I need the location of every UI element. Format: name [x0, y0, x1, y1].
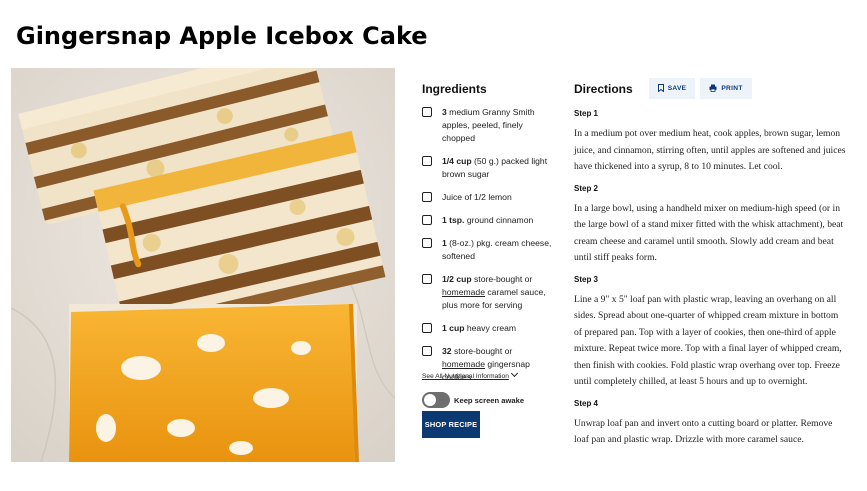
keep-awake-toggle[interactable] — [422, 392, 450, 408]
ingredient-checkbox[interactable] — [422, 274, 432, 284]
keep-awake-label: Keep screen awake — [454, 395, 525, 405]
ingredient-text: 1 cup heavy cream — [442, 323, 517, 333]
ingredient-item: 3 medium Granny Smith apples, peeled, fi… — [422, 106, 557, 145]
save-button[interactable]: SAVE — [648, 78, 696, 99]
step: Step 4 Unwrap loaf pan and invert onto a… — [574, 399, 846, 449]
directions-heading: Directions — [574, 81, 633, 96]
ingredient-checkbox[interactable] — [422, 238, 432, 248]
ingredients-heading: Ingredients — [422, 82, 487, 96]
nutrition-info-label: See All Nutritional Information — [422, 373, 509, 380]
bookmark-icon — [657, 83, 664, 94]
step: Step 3 Line a 9" x 5" loaf pan with plas… — [574, 275, 846, 391]
step-text: Line a 9" x 5" loaf pan with plastic wra… — [574, 293, 842, 388]
ingredient-checkbox[interactable] — [422, 156, 432, 166]
ingredient-checkbox[interactable] — [422, 215, 432, 225]
nutrition-info-link[interactable]: See All Nutritional Information — [422, 369, 518, 380]
step-label: Step 4 — [574, 398, 599, 408]
printer-icon — [709, 84, 717, 94]
directions-section: Step 1 In a medium pot over medium heat,… — [574, 109, 846, 457]
ingredient-checkbox[interactable] — [422, 323, 432, 333]
ingredient-item: 1/4 cup (50 g.) packed light brown sugar — [422, 155, 557, 181]
cake-illustration — [11, 68, 395, 462]
ingredient-checkbox[interactable] — [422, 346, 432, 356]
ingredient-text: 1 (8-oz.) pkg. cream cheese, softened — [442, 238, 552, 261]
shop-recipe-button[interactable]: SHOP RECIPE — [422, 411, 480, 438]
recipe-photo — [11, 68, 395, 462]
homemade-caramel-link[interactable]: homemade — [442, 287, 485, 297]
step-text: In a medium pot over medium heat, cook a… — [574, 128, 846, 172]
step-text: Unwrap loaf pan and invert onto a cuttin… — [574, 417, 833, 446]
keep-awake-row: Keep screen awake — [422, 392, 524, 408]
ingredient-item: 1 cup heavy cream — [422, 322, 557, 335]
page-title: Gingersnap Apple Icebox Cake — [16, 22, 428, 50]
print-button[interactable]: PRINT — [700, 78, 752, 99]
ingredient-text: 1 tsp. ground cinnamon — [442, 215, 534, 225]
ingredients-section: Ingredients 3 medium Granny Smith apples… — [422, 82, 557, 394]
step: Step 2 In a large bowl, using a handheld… — [574, 184, 846, 267]
ingredient-item: 1 (8-oz.) pkg. cream cheese, softened — [422, 237, 557, 263]
ingredient-checkbox[interactable] — [422, 192, 432, 202]
ingredient-text: 1/2 cup store-bought or homemade caramel… — [442, 274, 546, 310]
print-label: PRINT — [721, 85, 743, 92]
step: Step 1 In a medium pot over medium heat,… — [574, 109, 846, 176]
toggle-knob — [424, 394, 436, 406]
ingredient-item: 1 tsp. ground cinnamon — [422, 214, 557, 227]
directions-header: Directions SAVE PRINT — [574, 78, 757, 99]
ingredient-text: 1/4 cup (50 g.) packed light brown sugar — [442, 156, 548, 179]
ingredient-text: 3 medium Granny Smith apples, peeled, fi… — [442, 107, 535, 143]
ingredient-item: 1/2 cup store-bought or homemade caramel… — [422, 273, 557, 312]
ingredient-item: Juice of 1/2 lemon — [422, 191, 557, 204]
step-label: Step 2 — [574, 183, 599, 193]
ingredient-checkbox[interactable] — [422, 107, 432, 117]
step-label: Step 1 — [574, 109, 599, 118]
ingredient-text: Juice of 1/2 lemon — [442, 192, 512, 202]
homemade-gingersnap-link[interactable]: homemade — [442, 359, 485, 369]
step-label: Step 3 — [574, 274, 599, 284]
ingredients-list: 3 medium Granny Smith apples, peeled, fi… — [422, 106, 557, 384]
step-text: In a large bowl, using a handheld mixer … — [574, 202, 844, 264]
save-label: SAVE — [667, 85, 687, 92]
